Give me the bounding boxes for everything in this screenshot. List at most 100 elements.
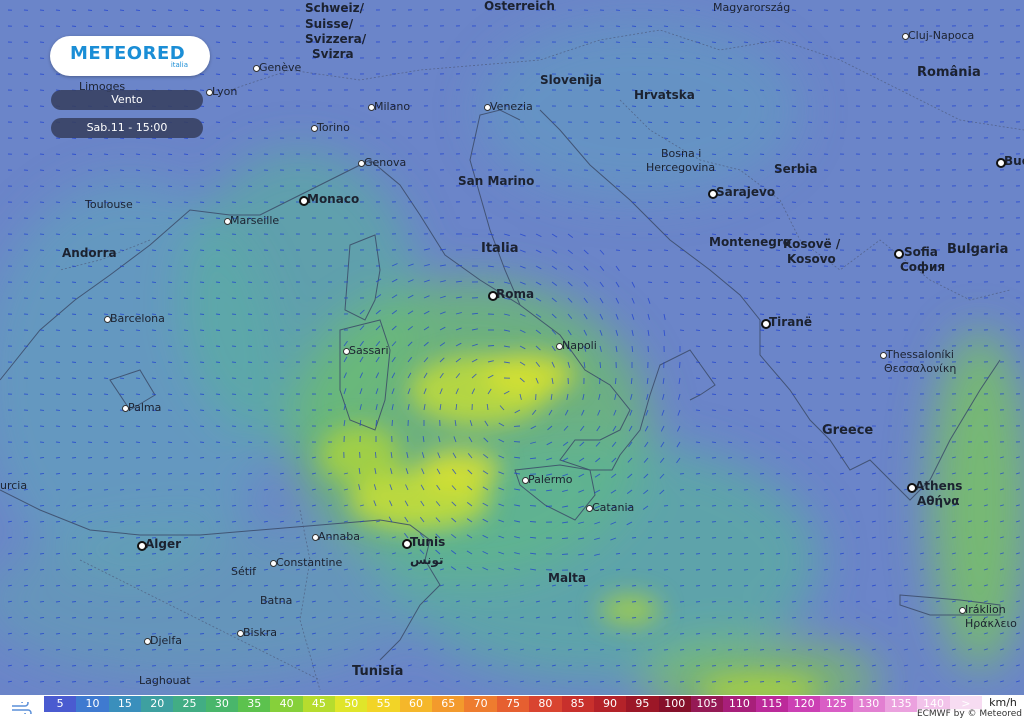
place-label: Andorra — [62, 246, 117, 260]
place-label: Greece — [822, 423, 874, 438]
legend-cell: 135 — [884, 696, 918, 712]
place-label: Αθήνα — [917, 494, 960, 508]
datetime-selector[interactable]: Sab.11 - 15:00 — [51, 118, 203, 138]
place-label: Palermo — [528, 473, 573, 486]
legend-cell: 10 — [76, 696, 109, 712]
meteored-logo[interactable]: METEORED italia — [50, 36, 210, 76]
place-label: Palma — [128, 401, 162, 414]
place-label: Toulouse — [85, 198, 133, 211]
legend-cell: 15 — [108, 696, 142, 712]
legend-cell: 40 — [270, 696, 303, 712]
place-label: România — [917, 65, 981, 80]
place-label: Tiranë — [769, 315, 812, 329]
place-label: Annaba — [318, 530, 360, 543]
place-label: Suisse/ — [305, 17, 354, 31]
place-label: Constantine — [276, 556, 343, 569]
city-marker — [586, 505, 593, 512]
city-marker — [368, 104, 375, 111]
city-marker — [556, 343, 563, 350]
legend-cell: 100 — [658, 696, 691, 712]
city-marker — [902, 33, 909, 40]
place-label: Thessaloníki — [886, 348, 954, 361]
place-label: Tunisia — [352, 664, 404, 679]
place-label: Djelfa — [150, 634, 182, 647]
place-label: Bosna i — [661, 147, 702, 160]
city-marker — [907, 483, 917, 493]
city-marker — [224, 218, 231, 225]
place-label: Sassari — [349, 344, 389, 357]
legend-cell: 50 — [335, 696, 368, 712]
legend-cell: 95 — [626, 696, 659, 712]
city-marker — [522, 477, 529, 484]
city-marker — [206, 89, 213, 96]
place-label: Kosovo — [787, 252, 836, 266]
place-label: Serbia — [774, 162, 818, 176]
city-marker — [761, 319, 771, 329]
place-label: Tunis — [410, 535, 446, 549]
city-marker — [880, 352, 887, 359]
place-label: Sarajevo — [716, 185, 776, 199]
legend-cell: 65 — [432, 696, 465, 712]
legend-cell: 55 — [367, 696, 400, 712]
city-marker — [343, 348, 350, 355]
place-label: Torino — [317, 121, 350, 134]
place-label: Sétif — [231, 565, 256, 578]
legend-cell: 120 — [787, 696, 821, 712]
city-marker — [253, 65, 260, 72]
city-marker — [488, 291, 498, 301]
legend-cell: 35 — [238, 696, 271, 712]
place-label: San Marino — [458, 174, 535, 188]
place-label: Monaco — [307, 192, 360, 206]
place-label: Laghouat — [139, 674, 191, 687]
city-marker — [137, 541, 147, 551]
city-marker — [299, 196, 309, 206]
place-label: Napoli — [562, 339, 597, 352]
legend-cell: 75 — [496, 696, 530, 712]
city-marker — [237, 630, 244, 637]
city-marker — [104, 316, 111, 323]
logo-subtitle: italia — [170, 61, 188, 69]
place-label: София — [900, 260, 946, 274]
city-marker — [358, 160, 365, 167]
place-label: Catania — [592, 501, 635, 514]
city-marker — [402, 539, 412, 549]
legend-cell: 85 — [561, 696, 594, 712]
place-label: Alger — [145, 537, 182, 551]
legend-cell: 125 — [820, 696, 853, 712]
legend-cell: 45 — [302, 696, 336, 712]
city-marker — [708, 189, 718, 199]
legend-cell: 25 — [173, 696, 206, 712]
place-label: Hercegovina — [646, 161, 716, 174]
city-marker — [959, 607, 966, 614]
place-label: Sofia — [904, 245, 938, 259]
place-label: Genova — [364, 156, 407, 169]
place-label: Cluj-Napoca — [908, 29, 975, 42]
place-label: Θεσσαλονίκη — [884, 362, 957, 375]
city-marker — [144, 638, 151, 645]
place-label: Slovenija — [540, 73, 602, 87]
city-marker — [312, 534, 319, 541]
legend-cell: 5 — [44, 696, 77, 712]
place-label: تونس — [410, 553, 444, 567]
legend-cell: 60 — [399, 696, 433, 712]
place-label: Kosovë / — [783, 237, 841, 251]
place-label: Buc — [1004, 154, 1024, 168]
variable-selector[interactable]: Vento — [51, 90, 203, 110]
place-label: Schweiz/ — [305, 1, 365, 15]
place-label: Biskra — [243, 626, 277, 639]
city-marker — [894, 249, 904, 259]
data-credit: ECMWF by © Meteored — [916, 709, 1022, 719]
place-label: Italia — [481, 241, 519, 256]
place-label: Genève — [259, 61, 302, 74]
legend-cell: 105 — [690, 696, 724, 712]
place-label: Venezia — [490, 100, 533, 113]
legend-cell: 130 — [852, 696, 885, 712]
city-marker — [996, 158, 1006, 168]
logo-brand: METEORED — [70, 43, 186, 64]
place-label: Athens — [915, 479, 963, 493]
legend-cell: 30 — [205, 696, 239, 712]
place-label: Ηράκλειο — [965, 617, 1017, 630]
place-label: Montenegro — [709, 235, 792, 249]
legend-cell: 20 — [141, 696, 174, 712]
place-label: Svizra — [312, 47, 354, 61]
